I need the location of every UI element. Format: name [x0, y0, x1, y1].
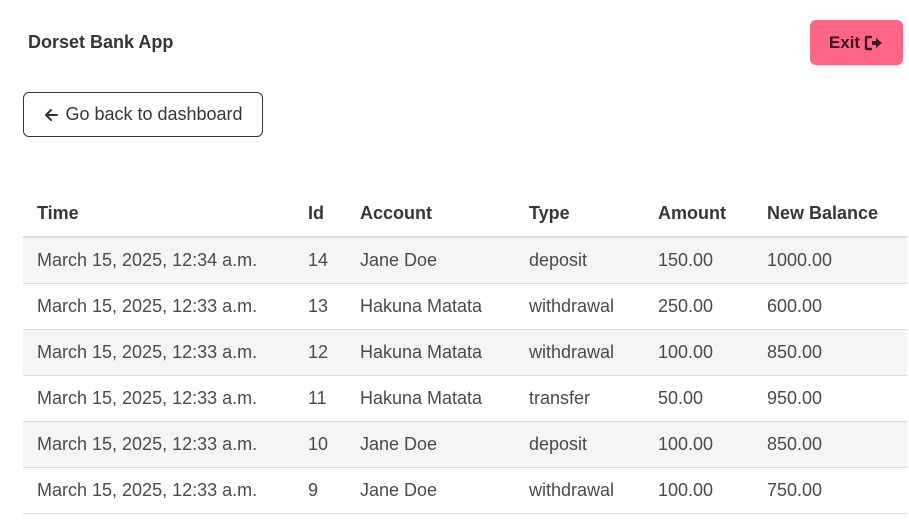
table-row: March 15, 2025, 12:34 a.m. 14 Jane Doe d… [23, 237, 907, 284]
cell-time: March 15, 2025, 12:33 a.m. [23, 283, 294, 330]
cell-new-balance: 850.00 [753, 329, 907, 376]
column-header-id: Id [294, 190, 346, 238]
cell-new-balance: 750.00 [753, 467, 907, 514]
cell-type: transfer [515, 375, 644, 422]
cell-type: deposit [515, 237, 644, 284]
cell-account: Hakuna Matata [346, 283, 515, 330]
cell-id: 13 [294, 283, 346, 330]
column-header-time: Time [23, 190, 294, 238]
back-to-dashboard-button[interactable]: Go back to dashboard [23, 92, 263, 137]
table-row: March 15, 2025, 12:33 a.m. 12 Hakuna Mat… [23, 329, 907, 376]
transactions-table-container: Time Id Account Type Amount New Balance … [23, 190, 907, 514]
cell-new-balance: 600.00 [753, 283, 907, 330]
cell-amount: 50.00 [644, 375, 753, 422]
cell-id: 14 [294, 237, 346, 284]
exit-button[interactable]: Exit [810, 20, 903, 65]
cell-id: 12 [294, 329, 346, 376]
cell-account: Hakuna Matata [346, 375, 515, 422]
table-row: March 15, 2025, 12:33 a.m. 13 Hakuna Mat… [23, 283, 907, 330]
cell-new-balance: 950.00 [753, 375, 907, 422]
sign-out-icon [864, 35, 884, 51]
cell-amount: 100.00 [644, 329, 753, 376]
cell-amount: 250.00 [644, 283, 753, 330]
cell-id: 10 [294, 421, 346, 468]
cell-type: withdrawal [515, 283, 644, 330]
column-header-type: Type [515, 190, 644, 238]
cell-account: Jane Doe [346, 421, 515, 468]
table-row: March 15, 2025, 12:33 a.m. 9 Jane Doe wi… [23, 467, 907, 514]
cell-time: March 15, 2025, 12:33 a.m. [23, 375, 294, 422]
table-header-row: Time Id Account Type Amount New Balance [23, 190, 907, 238]
cell-amount: 100.00 [644, 421, 753, 468]
cell-time: March 15, 2025, 12:34 a.m. [23, 237, 294, 284]
cell-id: 11 [294, 375, 346, 422]
cell-type: withdrawal [515, 467, 644, 514]
cell-account: Hakuna Matata [346, 329, 515, 376]
cell-new-balance: 1000.00 [753, 237, 907, 284]
cell-time: March 15, 2025, 12:33 a.m. [23, 421, 294, 468]
cell-amount: 150.00 [644, 237, 753, 284]
cell-account: Jane Doe [346, 237, 515, 284]
transactions-table: Time Id Account Type Amount New Balance … [23, 190, 907, 514]
cell-account: Jane Doe [346, 467, 515, 514]
cell-time: March 15, 2025, 12:33 a.m. [23, 467, 294, 514]
column-header-new-balance: New Balance [753, 190, 907, 238]
cell-id: 9 [294, 467, 346, 514]
column-header-account: Account [346, 190, 515, 238]
table-row: March 15, 2025, 12:33 a.m. 11 Hakuna Mat… [23, 375, 907, 422]
app-title: Dorset Bank App [28, 32, 174, 52]
cell-new-balance: 850.00 [753, 421, 907, 468]
cell-amount: 100.00 [644, 467, 753, 514]
column-header-amount: Amount [644, 190, 753, 238]
cell-type: withdrawal [515, 329, 644, 376]
arrow-left-icon [43, 107, 59, 123]
back-to-dashboard-label: Go back to dashboard [65, 104, 243, 124]
table-row: March 15, 2025, 12:33 a.m. 10 Jane Doe d… [23, 421, 907, 468]
exit-label: Exit [828, 32, 861, 52]
cell-time: March 15, 2025, 12:33 a.m. [23, 329, 294, 376]
cell-type: deposit [515, 421, 644, 468]
